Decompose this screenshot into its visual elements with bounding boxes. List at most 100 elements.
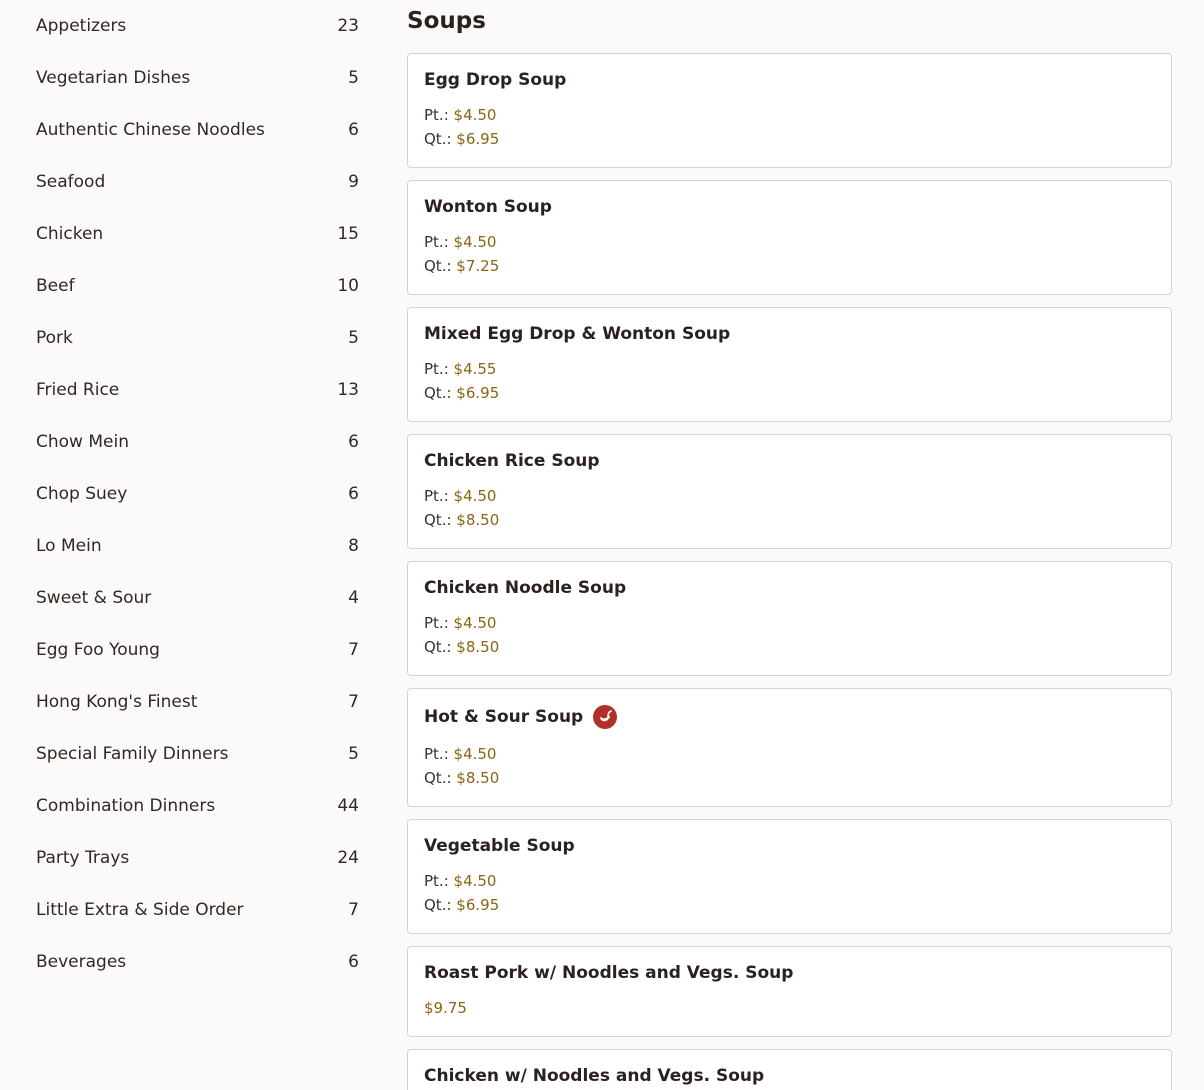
category-count: 7 — [348, 692, 359, 712]
quart-price-line: Qt.: $7.25 — [424, 257, 499, 275]
item-name: Egg Drop Soup — [424, 70, 567, 90]
category-count: 44 — [337, 796, 359, 816]
pint-label: Pt.: — [424, 614, 449, 632]
menu-item-card[interactable]: Mixed Egg Drop & Wonton Soup Pt.: $4.55 … — [407, 307, 1172, 422]
category-party-trays[interactable]: Party Trays 24 — [36, 843, 359, 873]
category-label: Fried Rice — [36, 380, 120, 400]
category-vegetarian-dishes[interactable]: Vegetarian Dishes 5 — [36, 63, 359, 93]
category-egg-foo-young[interactable]: Egg Foo Young 7 — [36, 635, 359, 665]
category-label: Egg Foo Young — [36, 640, 160, 660]
item-name: Hot & Sour Soup — [424, 707, 584, 727]
item-name-row: Hot & Sour Soup — [424, 705, 618, 729]
quart-price: $7.25 — [456, 257, 500, 275]
quart-price-line: Qt.: $6.95 — [424, 130, 499, 148]
quart-price-line: Qt.: $8.50 — [424, 511, 499, 529]
menu-item-card[interactable]: Egg Drop Soup Pt.: $4.50 Qt.: $6.95 — [407, 53, 1172, 168]
category-count: 8 — [348, 536, 359, 556]
category-special-family-dinners[interactable]: Special Family Dinners 5 — [36, 739, 359, 769]
category-pork[interactable]: Pork 5 — [36, 323, 359, 353]
category-beverages[interactable]: Beverages 6 — [36, 947, 359, 977]
menu-item-card[interactable]: Hot & Sour Soup Pt.: $4.50 Qt.: $8.50 — [407, 688, 1172, 807]
category-count: 7 — [348, 640, 359, 660]
category-label: Pork — [36, 328, 73, 348]
category-hong-kongs-finest[interactable]: Hong Kong's Finest 7 — [36, 687, 359, 717]
item-name: Roast Pork w/ Noodles and Vegs. Soup — [424, 963, 794, 983]
pint-label: Pt.: — [424, 360, 449, 378]
quart-label: Qt.: — [424, 257, 452, 275]
category-label: Little Extra & Side Order — [36, 900, 244, 920]
quart-price: $8.50 — [456, 769, 500, 787]
category-label: Combination Dinners — [36, 796, 216, 816]
pint-label: Pt.: — [424, 872, 449, 890]
category-count: 6 — [348, 120, 359, 140]
quart-price-line: Qt.: $8.50 — [424, 638, 499, 656]
pint-price-line: Pt.: $4.50 — [424, 614, 496, 632]
category-little-extra-side-order[interactable]: Little Extra & Side Order 7 — [36, 895, 359, 925]
quart-label: Qt.: — [424, 130, 452, 148]
pint-label: Pt.: — [424, 233, 449, 251]
category-label: Hong Kong's Finest — [36, 692, 198, 712]
category-chow-mein[interactable]: Chow Mein 6 — [36, 427, 359, 457]
pint-price-line: Pt.: $4.50 — [424, 872, 496, 890]
menu-page: Appetizers 23 Vegetarian Dishes 5 Authenti… — [0, 0, 1204, 1090]
pint-price: $4.55 — [453, 360, 497, 378]
category-count: 7 — [348, 900, 359, 920]
quart-label: Qt.: — [424, 896, 452, 914]
pint-price: $4.50 — [453, 487, 497, 505]
pint-price-line: Pt.: $4.55 — [424, 360, 496, 378]
category-authentic-chinese-noodles[interactable]: Authentic Chinese Noodles 6 — [36, 115, 359, 145]
category-seafood[interactable]: Seafood 9 — [36, 167, 359, 197]
category-lo-mein[interactable]: Lo Mein 8 — [36, 531, 359, 561]
menu-item-card[interactable]: Vegetable Soup Pt.: $4.50 Qt.: $6.95 — [407, 819, 1172, 934]
chili-pepper-icon — [593, 705, 618, 729]
category-label: Chow Mein — [36, 432, 129, 452]
category-beef[interactable]: Beef 10 — [36, 271, 359, 301]
category-label: Authentic Chinese Noodles — [36, 120, 265, 140]
category-count: 10 — [337, 276, 359, 296]
category-label: Chop Suey — [36, 484, 128, 504]
category-count: 23 — [337, 16, 359, 36]
category-sweet-and-sour[interactable]: Sweet & Sour 4 — [36, 583, 359, 613]
item-name: Vegetable Soup — [424, 836, 575, 856]
category-appetizers[interactable]: Appetizers 23 — [36, 11, 359, 41]
category-label: Sweet & Sour — [36, 588, 152, 608]
pint-price: $4.50 — [453, 614, 497, 632]
category-label: Appetizers — [36, 16, 127, 36]
category-label: Party Trays — [36, 848, 130, 868]
pint-label: Pt.: — [424, 106, 449, 124]
quart-price-line: Qt.: $8.50 — [424, 769, 499, 787]
pint-price: $4.50 — [453, 872, 497, 890]
category-label: Lo Mein — [36, 536, 102, 556]
category-count: 6 — [348, 484, 359, 504]
quart-price-line: Qt.: $6.95 — [424, 896, 499, 914]
pint-price: $4.50 — [453, 106, 497, 124]
category-label: Seafood — [36, 172, 106, 192]
menu-item-card[interactable]: Chicken Rice Soup Pt.: $4.50 Qt.: $8.50 — [407, 434, 1172, 549]
menu-item-card[interactable]: Chicken Noodle Soup Pt.: $4.50 Qt.: $8.5… — [407, 561, 1172, 676]
category-combination-dinners[interactable]: Combination Dinners 44 — [36, 791, 359, 821]
menu-item-card[interactable]: Roast Pork w/ Noodles and Vegs. Soup $9.… — [407, 946, 1172, 1037]
item-name: Chicken Noodle Soup — [424, 578, 627, 598]
quart-price: $6.95 — [456, 130, 500, 148]
category-chicken[interactable]: Chicken 15 — [36, 219, 359, 249]
category-count: 15 — [337, 224, 359, 244]
category-label: Beverages — [36, 952, 127, 972]
quart-label: Qt.: — [424, 511, 452, 529]
category-count: 4 — [348, 588, 359, 608]
pint-label: Pt.: — [424, 745, 449, 763]
quart-label: Qt.: — [424, 638, 452, 656]
menu-section-soups: Soups Egg Drop Soup Pt.: $4.50 Qt.: $6.9… — [407, 0, 1172, 1090]
pint-price-line: Pt.: $4.50 — [424, 487, 496, 505]
menu-item-card[interactable]: Chicken w/ Noodles and Vegs. Soup — [407, 1049, 1172, 1090]
category-label: Vegetarian Dishes — [36, 68, 191, 88]
category-chop-suey[interactable]: Chop Suey 6 — [36, 479, 359, 509]
pint-price: $4.50 — [453, 233, 497, 251]
menu-item-card[interactable]: Wonton Soup Pt.: $4.50 Qt.: $7.25 — [407, 180, 1172, 295]
category-count: 24 — [337, 848, 359, 868]
item-name: Chicken Rice Soup — [424, 451, 600, 471]
item-price: $9.75 — [424, 999, 467, 1017]
category-fried-rice[interactable]: Fried Rice 13 — [36, 375, 359, 405]
category-count: 6 — [348, 432, 359, 452]
quart-price-line: Qt.: $6.95 — [424, 384, 499, 402]
category-count: 6 — [348, 952, 359, 972]
